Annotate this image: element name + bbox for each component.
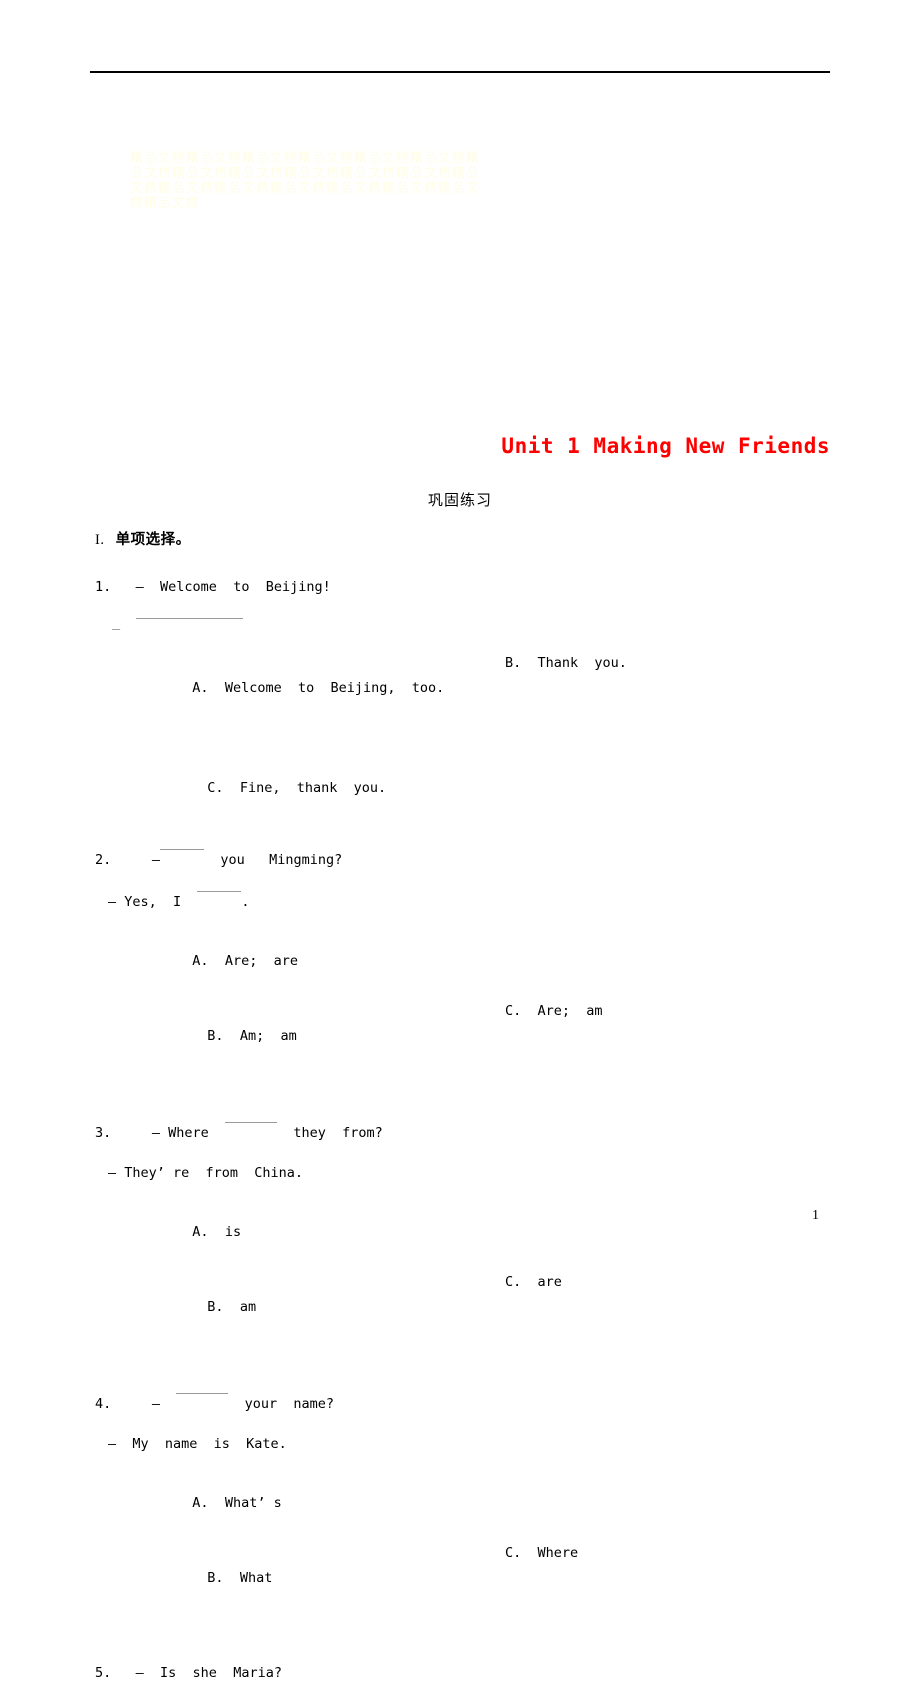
section-label: 单项选择。: [115, 532, 191, 548]
question-3-stem-rest: they from?: [293, 1125, 383, 1141]
question-4-option-c[interactable]: C. Where: [505, 1541, 578, 1566]
question-1-stem: — Welcome to Beijing!: [135, 579, 331, 595]
option-letter: C.: [505, 1274, 522, 1290]
option-text: What: [239, 1570, 273, 1586]
question-4-stem-line: 4. — your name?: [95, 1382, 835, 1424]
question-1-option-row-1: A. Welcome to Beijing, too. B. Thank you…: [90, 651, 835, 751]
question-1-option-c[interactable]: C. Fine, thank you.: [207, 780, 386, 796]
option-letter: A.: [192, 1495, 209, 1511]
question-3-option-a[interactable]: A. is: [192, 1224, 241, 1240]
option-letter: C.: [505, 1003, 522, 1019]
question-3-option-c[interactable]: C. are: [505, 1270, 562, 1295]
question-5-stem-line: 5. — Is she Maria?: [95, 1653, 835, 1693]
question-2-blank-1[interactable]: [160, 838, 205, 850]
option-letter: B.: [207, 1028, 224, 1044]
page-subtitle: 巩固练习: [427, 491, 492, 509]
question-5-number: 5.: [95, 1665, 112, 1681]
question-1-option-b[interactable]: B. Thank you.: [505, 651, 627, 676]
option-text: Welcome to Beijing, too.: [224, 680, 445, 696]
question-3-stem-start: — Where: [151, 1125, 209, 1141]
exercise-content: I. 单项选择。 1. — Welcome to Beijing! — A. W…: [90, 528, 835, 1705]
option-letter: B.: [207, 1570, 224, 1586]
question-5: 5. — Is she Maria?: [90, 1653, 835, 1693]
option-text: Fine, thank you.: [239, 780, 387, 796]
question-2-reply-end: .: [241, 894, 250, 910]
question-3-stem-line: 3. — Where they from?: [95, 1111, 835, 1153]
option-text: are: [537, 1274, 562, 1290]
question-2-stem-dash: —: [151, 852, 161, 868]
page-number: 1: [812, 1208, 819, 1223]
question-3-number: 3.: [95, 1125, 112, 1141]
question-1-reply-dash: —: [112, 621, 121, 637]
option-letter: C.: [505, 1545, 522, 1561]
option-text: Where: [537, 1545, 579, 1561]
option-letter: A.: [192, 680, 209, 696]
option-letter: B.: [505, 655, 522, 671]
question-3-options: A. is B. am C. are: [90, 1195, 835, 1370]
question-1: 1. — Welcome to Beijing! — A. Welcome to…: [90, 567, 835, 826]
option-letter: A.: [192, 953, 209, 969]
header-rule: [90, 71, 830, 73]
question-4-reply-line: — My name is Kate.: [108, 1436, 287, 1452]
section-roman-numeral: I.: [95, 532, 105, 548]
question-3-option-b[interactable]: B. am: [207, 1299, 256, 1315]
question-2-stem-rest: you Mingming?: [220, 852, 343, 868]
option-letter: A.: [192, 1224, 209, 1240]
question-2: 2. — you Mingming? — Yes, I . A. Are; ar…: [90, 838, 835, 1099]
question-1-option-a[interactable]: A. Welcome to Beijing, too.: [192, 680, 444, 696]
question-4-option-b[interactable]: B. What: [207, 1570, 272, 1586]
question-4-stem-rest: your name?: [244, 1396, 334, 1412]
question-1-option-row-2: C. Fine, thank you.: [90, 751, 835, 826]
option-text: is: [224, 1224, 242, 1240]
question-2-option-c[interactable]: C. Are; am: [505, 999, 603, 1024]
question-4-number: 4.: [95, 1396, 112, 1412]
question-2-option-a[interactable]: A. Are; are: [192, 953, 298, 969]
question-2-reply-start: — Yes, I: [108, 894, 182, 910]
option-text: Am; am: [239, 1028, 297, 1044]
question-4-options: A. What’ s B. What C. Where: [90, 1466, 835, 1641]
question-2-option-row-2: B. Am; am C. Are; am: [90, 999, 835, 1099]
question-3-blank[interactable]: [225, 1111, 278, 1123]
section-heading: I. 单项选择。: [95, 528, 835, 549]
question-3: 3. — Where they from? — They’ re from Ch…: [90, 1111, 835, 1370]
option-text: Are; am: [537, 1003, 603, 1019]
option-text: Thank you.: [537, 655, 627, 671]
question-1-answer-blank[interactable]: [136, 607, 244, 619]
question-5-stem: — Is she Maria?: [135, 1665, 282, 1681]
question-2-number: 2.: [95, 852, 112, 868]
question-3-option-row-1: A. is: [90, 1195, 835, 1270]
question-4-option-row-2: B. What C. Where: [90, 1541, 835, 1641]
question-4-blank[interactable]: [176, 1382, 229, 1394]
option-text: Are; are: [224, 953, 298, 969]
question-4: 4. — your name? — My name is Kate. A. Wh…: [90, 1382, 835, 1641]
question-1-options: A. Welcome to Beijing, too. B. Thank you…: [90, 651, 835, 826]
question-2-option-b[interactable]: B. Am; am: [207, 1028, 296, 1044]
question-2-options: A. Are; are B. Am; am C. Are; am: [90, 924, 835, 1099]
question-3-reply-line: — They’ re from China.: [108, 1165, 304, 1181]
question-2-blank-2[interactable]: [197, 880, 242, 892]
watermark-text: 精品文档精品文档精品文档精品文档精品文档精品文档精品文档精品文档精品文档精品文档…: [130, 150, 481, 210]
question-4-stem-dash: —: [151, 1396, 161, 1412]
question-4-option-row-1: A. What’ s: [90, 1466, 835, 1541]
question-1-number: 1.: [95, 579, 112, 595]
option-letter: B.: [207, 1299, 224, 1315]
question-2-stem-line: 2. — you Mingming?: [95, 838, 835, 880]
question-3-option-row-2: B. am C. are: [90, 1270, 835, 1370]
question-1-reply-line: —: [112, 607, 835, 649]
question-2-reply-line: — Yes, I .: [108, 880, 835, 922]
option-text: What’ s: [224, 1495, 282, 1511]
option-letter: C.: [207, 780, 224, 796]
option-text: am: [239, 1299, 257, 1315]
question-4-option-a[interactable]: A. What’ s: [192, 1495, 281, 1511]
page-title: Unit 1 Making New Friends: [501, 434, 830, 458]
question-2-option-row-1: A. Are; are: [90, 924, 835, 999]
document-page: 精品文档精品文档精品文档精品文档精品文档精品文档精品文档精品文档精品文档精品文档…: [0, 0, 920, 1681]
question-1-stem-line: 1. — Welcome to Beijing!: [95, 567, 835, 607]
